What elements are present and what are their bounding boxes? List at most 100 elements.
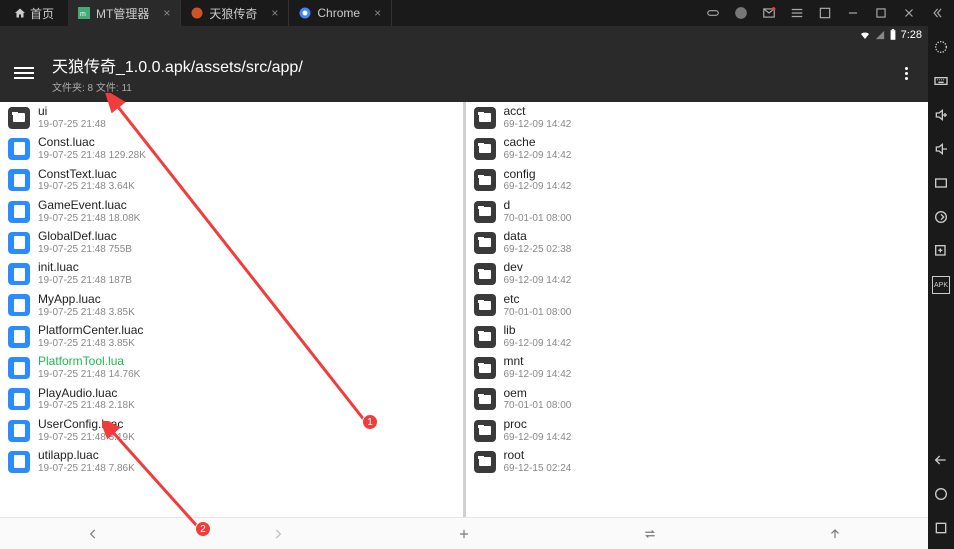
file-row[interactable]: init.luac19-07-25 21:48 187B	[0, 258, 463, 289]
file-icon	[8, 357, 30, 379]
folder-row[interactable]: mnt69-12-09 14:42	[466, 352, 929, 383]
file-name: MyApp.luac	[38, 293, 135, 307]
menu-icon[interactable]	[790, 6, 804, 20]
folder-icon	[474, 263, 496, 285]
file-name: ui	[38, 105, 106, 119]
chrome-icon	[299, 7, 311, 19]
status-time: 7:28	[901, 29, 922, 41]
fullscreen-icon[interactable]	[818, 6, 832, 20]
file-meta: 69-12-09 14:42	[504, 181, 572, 193]
rail-apk-icon[interactable]: APK	[932, 276, 950, 294]
close-window-icon[interactable]	[902, 6, 916, 20]
wifi-icon	[859, 29, 871, 41]
file-name: dev	[504, 261, 572, 275]
file-meta: 70-01-01 08:00	[504, 307, 572, 319]
rail-fullscreen-icon[interactable]	[932, 174, 950, 192]
file-name: UserConfig.luac	[38, 418, 135, 432]
folder-row[interactable]: acct69-12-09 14:42	[466, 102, 929, 133]
file-meta: 70-01-01 08:00	[504, 400, 572, 412]
folder-row[interactable]: d70-01-01 08:00	[466, 196, 929, 227]
folder-row[interactable]: etc70-01-01 08:00	[466, 290, 929, 321]
forward-button[interactable]	[186, 527, 372, 541]
close-icon[interactable]: ×	[374, 6, 381, 20]
file-meta: 69-12-09 14:42	[504, 338, 572, 350]
menu-button[interactable]	[14, 67, 34, 79]
home-tab[interactable]: 首页	[0, 5, 68, 22]
file-row[interactable]: ConstText.luac19-07-25 21:48 3.64K	[0, 165, 463, 196]
file-icon	[8, 294, 30, 316]
file-row[interactable]: MyApp.luac19-07-25 21:48 3.85K	[0, 290, 463, 321]
left-file-pane[interactable]: ui19-07-25 21:48Const.luac19-07-25 21:48…	[0, 102, 466, 517]
rail-settings-icon[interactable]	[932, 38, 950, 56]
file-icon	[8, 263, 30, 285]
file-row[interactable]: GlobalDef.luac19-07-25 21:48 755B	[0, 227, 463, 258]
folder-row[interactable]: cache69-12-09 14:42	[466, 133, 929, 164]
file-row[interactable]: PlatformCenter.luac19-07-25 21:48 3.85K	[0, 321, 463, 352]
mail-icon[interactable]	[762, 6, 776, 20]
file-name: config	[504, 168, 572, 182]
svg-text:m: m	[80, 11, 86, 18]
file-row[interactable]: UserConfig.luac19-07-25 21:48 3.19K	[0, 415, 463, 446]
collapse-icon[interactable]	[930, 6, 944, 20]
maximize-icon[interactable]	[874, 6, 888, 20]
path-subtitle: 文件夹: 8 文件: 11	[52, 79, 303, 94]
file-row[interactable]: GameEvent.luac19-07-25 21:48 18.08K	[0, 196, 463, 227]
rail-volume-up-icon[interactable]	[932, 106, 950, 124]
window-tab-bar: 首页 m MT管理器 × 天狼传奇 × Chrome ×	[0, 0, 954, 26]
gamepad-icon[interactable]	[706, 6, 720, 20]
folder-row[interactable]: oem70-01-01 08:00	[466, 384, 929, 415]
folder-row[interactable]: config69-12-09 14:42	[466, 165, 929, 196]
swap-button[interactable]	[557, 527, 743, 541]
folder-row[interactable]: lib69-12-09 14:42	[466, 321, 929, 352]
file-name: data	[504, 230, 572, 244]
user-icon[interactable]	[734, 6, 748, 20]
right-file-pane[interactable]: acct69-12-09 14:42cache69-12-09 14:42con…	[466, 102, 929, 517]
file-meta: 19-07-25 21:48 755B	[38, 244, 132, 256]
close-icon[interactable]: ×	[271, 6, 278, 20]
file-name: oem	[504, 387, 572, 401]
file-meta: 69-12-09 14:42	[504, 369, 572, 381]
rail-keyboard-icon[interactable]	[932, 72, 950, 90]
folder-icon	[474, 138, 496, 160]
up-button[interactable]	[742, 527, 928, 541]
file-name: proc	[504, 418, 572, 432]
rail-volume-down-icon[interactable]	[932, 140, 950, 158]
file-name: PlatformTool.lua	[38, 355, 140, 369]
file-meta: 19-07-25 21:48 187B	[38, 275, 132, 287]
file-name: mnt	[504, 355, 572, 369]
folder-row[interactable]: data69-12-25 02:38	[466, 227, 929, 258]
home-icon	[14, 7, 26, 19]
tab-chrome[interactable]: Chrome ×	[289, 0, 392, 26]
file-meta: 19-07-25 21:48 18.08K	[38, 213, 140, 225]
rail-addtab-icon[interactable]	[932, 242, 950, 260]
file-row[interactable]: Const.luac19-07-25 21:48 129.28K	[0, 133, 463, 164]
folder-icon	[474, 357, 496, 379]
folder-row[interactable]: dev69-12-09 14:42	[466, 258, 929, 289]
rail-back-icon[interactable]	[932, 451, 950, 469]
file-row[interactable]: PlatformTool.lua19-07-25 21:48 14.76K	[0, 352, 463, 383]
folder-icon	[474, 232, 496, 254]
folder-row[interactable]: proc69-12-09 14:42	[466, 415, 929, 446]
file-meta: 19-07-25 21:48 2.18K	[38, 400, 135, 412]
tab-game[interactable]: 天狼传奇 ×	[181, 0, 289, 26]
rail-rotate-icon[interactable]	[932, 208, 950, 226]
close-icon[interactable]: ×	[163, 6, 170, 20]
tab-label: MT管理器	[96, 5, 149, 22]
more-button[interactable]	[899, 61, 914, 86]
rail-recents-icon[interactable]	[932, 519, 950, 537]
add-button[interactable]	[371, 527, 557, 541]
back-button[interactable]	[0, 527, 186, 541]
game-icon	[191, 7, 203, 19]
tab-mt[interactable]: m MT管理器 ×	[68, 0, 181, 26]
folder-row[interactable]: ui19-07-25 21:48	[0, 102, 463, 133]
rail-home-icon[interactable]	[932, 485, 950, 503]
file-name: PlatformCenter.luac	[38, 324, 143, 338]
tab-label: Chrome	[317, 6, 360, 20]
file-name: GameEvent.luac	[38, 199, 140, 213]
file-row[interactable]: PlayAudio.luac19-07-25 21:48 2.18K	[0, 384, 463, 415]
file-row[interactable]: utilapp.luac19-07-25 21:48 7.86K	[0, 446, 463, 477]
file-name: etc	[504, 293, 572, 307]
file-meta: 19-07-25 21:48 7.86K	[38, 463, 135, 475]
minimize-icon[interactable]	[846, 6, 860, 20]
folder-row[interactable]: root69-12-15 02:24	[466, 446, 929, 477]
